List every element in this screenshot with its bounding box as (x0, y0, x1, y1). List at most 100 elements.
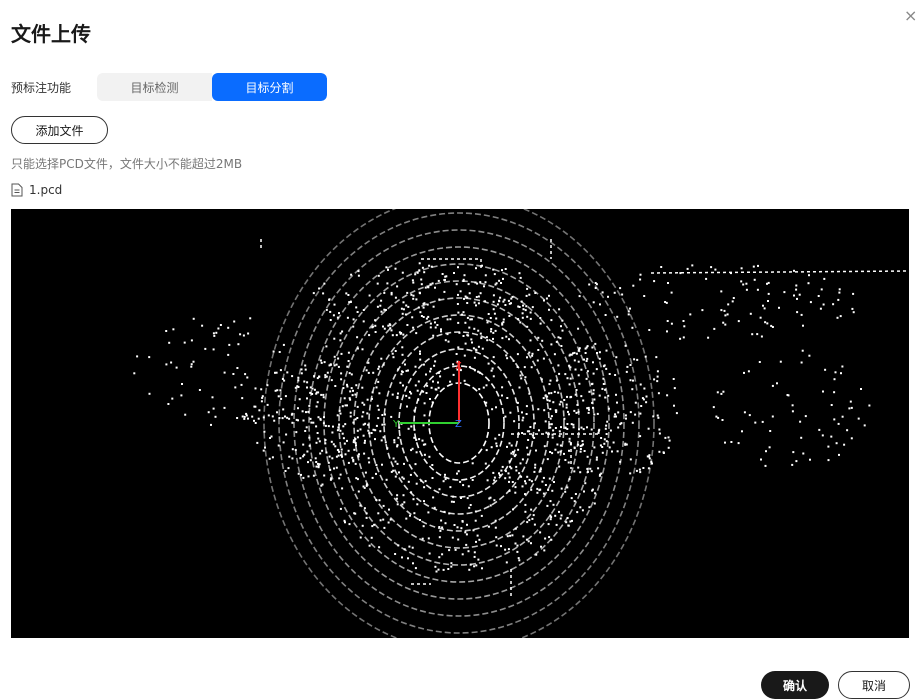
lidar-point (573, 470, 576, 473)
lidar-point (519, 321, 522, 324)
add-file-button[interactable]: 添加文件 (11, 116, 108, 144)
lidar-point (329, 319, 332, 321)
lidar-point (356, 311, 359, 313)
dialog-title: 文件上传 (11, 22, 91, 46)
lidar-point (324, 439, 327, 441)
lidar-point (411, 316, 414, 319)
lidar-point (453, 272, 455, 274)
lidar-point (267, 414, 270, 417)
confirm-button[interactable]: 确认 (761, 671, 829, 699)
lidar-point (297, 407, 299, 410)
lidar-point (821, 434, 824, 437)
lidar-point (306, 386, 308, 389)
lidar-point (309, 417, 312, 420)
lidar-point (262, 449, 265, 452)
lidar-point (417, 398, 420, 401)
lidar-point (362, 320, 365, 323)
lidar-point (434, 286, 436, 289)
lidar-point (272, 350, 275, 353)
lidar-point (403, 548, 406, 551)
lidar-point (615, 393, 617, 396)
lidar-point (455, 283, 458, 286)
lidar-point (502, 318, 505, 321)
lidar-point (475, 349, 478, 352)
lidar-point (395, 334, 398, 337)
lidar-point (350, 387, 353, 390)
lidar-point (737, 320, 740, 323)
lidar-point (257, 417, 260, 420)
lidar-point (541, 339, 544, 342)
lidar-point (357, 490, 360, 493)
lidar-point (410, 392, 413, 395)
lidar-point (526, 521, 529, 524)
lidar-point (705, 277, 708, 280)
lidar-point (764, 321, 767, 324)
lidar-point (535, 449, 537, 452)
lidar-point (495, 406, 497, 409)
lidar-point (319, 452, 322, 455)
lidar-point (720, 309, 723, 312)
lidar-point (148, 356, 151, 359)
lidar-point (315, 392, 318, 395)
file-item[interactable]: 1.pcd (11, 183, 62, 197)
lidar-point (398, 331, 401, 334)
lidar-point (386, 447, 389, 450)
lidar-point (386, 282, 389, 285)
lidar-point (639, 273, 642, 276)
lidar-point (837, 422, 840, 425)
lidar-point (841, 365, 844, 368)
lidar-point (584, 352, 587, 354)
lidar-point (595, 456, 598, 459)
cancel-button[interactable]: 取消 (838, 671, 910, 699)
lidar-point (837, 298, 840, 301)
lidar-point (353, 448, 356, 451)
lidar-point (486, 321, 489, 324)
lidar-point (352, 325, 355, 328)
lidar-point (421, 537, 424, 540)
lidar-point (305, 411, 307, 414)
lidar-point (435, 388, 438, 391)
lidar-point (416, 503, 419, 506)
lidar-point (306, 381, 309, 384)
lidar-point (413, 428, 416, 431)
lidar-point (256, 441, 259, 444)
lidar-point (204, 347, 207, 350)
lidar-point (579, 506, 582, 509)
lidar-point (281, 417, 284, 420)
lidar-point (323, 282, 326, 285)
lidar-point (299, 457, 302, 460)
lidar-point (553, 353, 556, 356)
option-object-segmentation[interactable]: 目标分割 (212, 73, 327, 101)
lidar-point (740, 267, 743, 270)
lidar-point (329, 363, 332, 366)
lidar-point (424, 443, 427, 446)
lidar-point (412, 297, 415, 300)
lidar-point (652, 415, 655, 418)
lidar-point (449, 318, 452, 321)
lidar-point (254, 387, 257, 390)
lidar-point (423, 486, 426, 489)
lidar-point (660, 266, 663, 268)
lidar-point (315, 461, 318, 463)
lidar-point (172, 328, 175, 331)
lidar-point (868, 404, 871, 407)
lidar-point (487, 525, 490, 528)
lidar-point (557, 364, 560, 367)
lidar-point (849, 400, 852, 403)
lidar-point (512, 359, 515, 362)
option-object-detection[interactable]: 目标检测 (97, 73, 212, 101)
lidar-point (741, 430, 743, 433)
lidar-point (639, 278, 642, 281)
lidar-point (510, 467, 513, 470)
point-cloud-viewer[interactable]: X Y Z (11, 209, 909, 638)
lidar-point (495, 536, 498, 539)
lidar-point (320, 393, 323, 396)
lidar-point (531, 517, 534, 520)
lidar-point (348, 523, 351, 526)
close-icon[interactable]: × (904, 8, 917, 24)
lidar-point (605, 349, 608, 352)
lidar-point (345, 292, 348, 295)
lidar-point (751, 333, 754, 336)
lidar-point (559, 517, 562, 520)
lidar-point (783, 291, 786, 294)
